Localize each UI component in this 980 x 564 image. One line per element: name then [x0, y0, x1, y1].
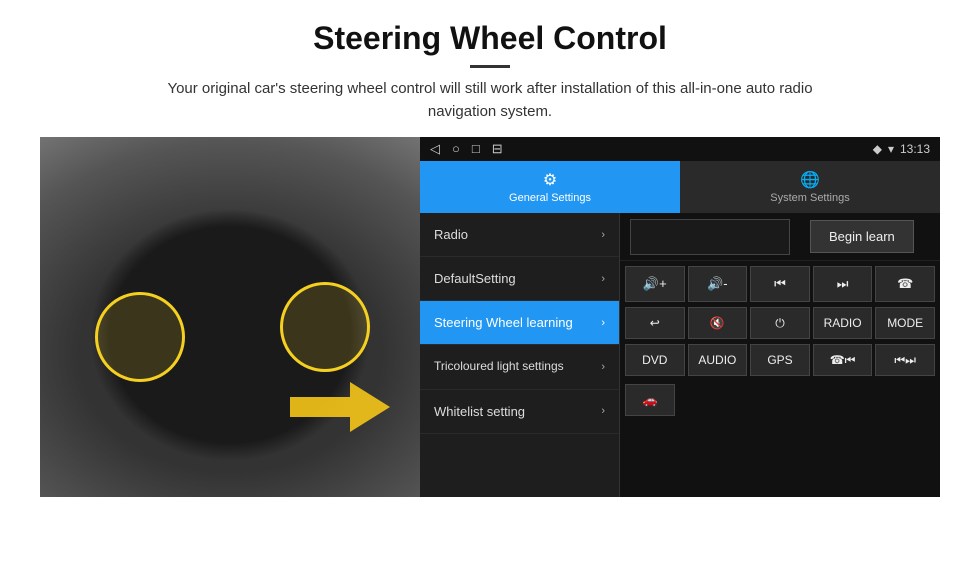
content-row: ◁ ○ □ ⊟ ◆ ▾ 13:13 ⚙ General Settings: [40, 137, 940, 497]
menu-default-label: DefaultSetting: [434, 271, 516, 286]
clock: 13:13: [900, 142, 930, 156]
radio-row: Begin learn: [620, 213, 940, 261]
menu-item-whitelist[interactable]: Whitelist setting ›: [420, 390, 619, 434]
dvd-button[interactable]: DVD: [625, 344, 685, 376]
arrow-indicator: [290, 377, 390, 437]
volume-up-icon: 🔊+: [643, 276, 667, 292]
chevron-icon-default: ›: [601, 273, 605, 285]
prev-track-icon: ⏮: [774, 276, 786, 292]
power-icon: ⏻: [775, 316, 785, 331]
extra-row: 🚗: [620, 381, 940, 419]
menu-list: Radio › DefaultSetting › Steering Wheel …: [420, 213, 620, 497]
tab-general-settings[interactable]: ⚙ General Settings: [420, 161, 680, 213]
page-container: Steering Wheel Control Your original car…: [0, 0, 980, 507]
audio-button[interactable]: AUDIO: [688, 344, 748, 376]
mode-label: MODE: [887, 316, 923, 330]
general-settings-icon: ⚙: [543, 170, 557, 190]
wifi-icon: ▾: [888, 142, 894, 156]
chevron-icon-radio: ›: [601, 229, 605, 241]
content-area: Begin learn 🔊+ 🔊- ⏮: [620, 213, 940, 497]
call-accept-icon: ↩: [650, 316, 660, 330]
audio-label: AUDIO: [698, 353, 736, 367]
menu-whitelist-label: Whitelist setting: [434, 404, 525, 419]
back-nav-icon[interactable]: ◁: [430, 141, 440, 157]
right-control-highlight: [280, 282, 370, 372]
radio-label: RADIO: [824, 316, 862, 330]
gps-label: GPS: [767, 353, 792, 367]
next-track-button[interactable]: ⏭: [813, 266, 873, 302]
chevron-icon-whitelist: ›: [601, 405, 605, 417]
control-buttons-row1: 🔊+ 🔊- ⏮ ⏭ ☎: [620, 261, 940, 307]
car-image-panel: [40, 137, 420, 497]
mute-button[interactable]: 🔇: [688, 307, 748, 339]
menu-radio-label: Radio: [434, 227, 468, 242]
menu-item-steering[interactable]: Steering Wheel learning ›: [420, 301, 619, 345]
android-statusbar: ◁ ○ □ ⊟ ◆ ▾ 13:13: [420, 137, 940, 161]
skip-button[interactable]: ⏮⏭: [875, 344, 935, 376]
mode-button[interactable]: MODE: [875, 307, 935, 339]
page-subtitle: Your original car's steering wheel contr…: [140, 78, 840, 123]
android-panel: ◁ ○ □ ⊟ ◆ ▾ 13:13 ⚙ General Settings: [420, 137, 940, 497]
tab-system-label: System Settings: [770, 192, 849, 204]
recents-nav-icon[interactable]: □: [472, 141, 480, 157]
menu-item-tricoloured[interactable]: Tricoloured light settings ›: [420, 345, 619, 390]
phone-prev-icon: ☎⏮: [830, 353, 856, 368]
radio-empty-display: [630, 219, 790, 255]
begin-learn-button[interactable]: Begin learn: [810, 220, 914, 253]
skip-icon: ⏮⏭: [894, 353, 916, 368]
menu-tricoloured-label: Tricoloured light settings: [434, 359, 564, 375]
power-button[interactable]: ⏻: [750, 307, 810, 339]
volume-up-button[interactable]: 🔊+: [625, 266, 685, 302]
chevron-icon-tricoloured: ›: [601, 361, 605, 373]
phone-button[interactable]: ☎: [875, 266, 935, 302]
location-icon: ◆: [873, 142, 882, 156]
menu-item-radio[interactable]: Radio ›: [420, 213, 619, 257]
tab-system-settings[interactable]: 🌐 System Settings: [680, 161, 940, 213]
statusbar-nav: ◁ ○ □ ⊟: [430, 141, 503, 157]
system-settings-icon: 🌐: [800, 170, 820, 190]
settings-area: Radio › DefaultSetting › Steering Wheel …: [420, 213, 940, 497]
car-icon-button[interactable]: 🚗: [625, 384, 675, 416]
gps-button[interactable]: GPS: [750, 344, 810, 376]
tab-general-label: General Settings: [509, 192, 591, 204]
home-nav-icon[interactable]: ○: [452, 141, 460, 157]
menu-steering-label: Steering Wheel learning: [434, 315, 573, 330]
tabs-row: ⚙ General Settings 🌐 System Settings: [420, 161, 940, 213]
dvd-label: DVD: [642, 353, 667, 367]
title-divider: [470, 65, 510, 68]
statusbar-right: ◆ ▾ 13:13: [873, 142, 930, 156]
prev-track-button[interactable]: ⏮: [750, 266, 810, 302]
volume-down-button[interactable]: 🔊-: [688, 266, 748, 302]
menu-item-default[interactable]: DefaultSetting ›: [420, 257, 619, 301]
left-control-highlight: [95, 292, 185, 382]
title-section: Steering Wheel Control Your original car…: [40, 20, 940, 123]
call-accept-button[interactable]: ↩: [625, 307, 685, 339]
menu-nav-icon[interactable]: ⊟: [492, 141, 503, 157]
radio-mode-button[interactable]: RADIO: [813, 307, 873, 339]
control-buttons-row2: ↩ 🔇 ⏻ RADIO MODE: [620, 307, 940, 344]
chevron-icon-steering: ›: [601, 317, 605, 329]
next-track-icon: ⏭: [837, 276, 849, 292]
control-buttons-row3: DVD AUDIO GPS ☎⏮ ⏮⏭: [620, 344, 940, 381]
page-title: Steering Wheel Control: [40, 20, 940, 57]
mute-icon: 🔇: [710, 316, 725, 330]
phone-icon: ☎: [897, 276, 913, 292]
volume-down-icon: 🔊-: [707, 276, 728, 292]
phone-prev-button[interactable]: ☎⏮: [813, 344, 873, 376]
car-icon: 🚗: [643, 393, 658, 407]
